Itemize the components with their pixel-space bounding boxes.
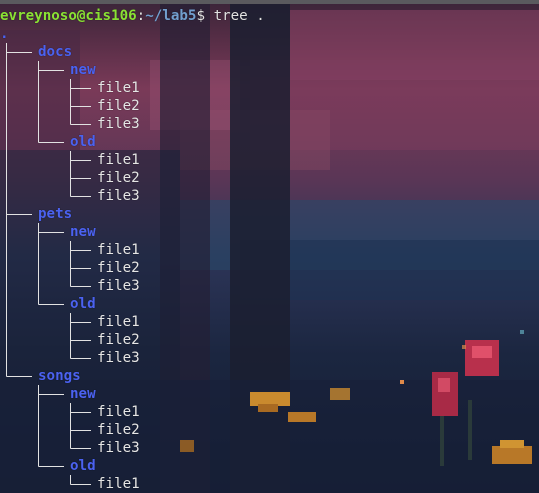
file-name[interactable]: file3	[97, 115, 140, 133]
file-name[interactable]: file2	[97, 259, 140, 277]
file-name[interactable]: file1	[97, 79, 140, 97]
terminal-output[interactable]: evreynoso@cis106:~/lab5$ tree .. docs new f…	[0, 4, 539, 493]
prompt-user-host: evreynoso@cis106	[0, 8, 137, 24]
directory-name[interactable]: songs	[38, 367, 81, 385]
prompt-symbol: $	[196, 8, 206, 24]
file-name[interactable]: file3	[97, 439, 140, 457]
directory-name[interactable]: new	[70, 385, 96, 403]
file-name[interactable]: file2	[97, 97, 140, 115]
file-name[interactable]: file3	[97, 187, 140, 205]
file-name[interactable]: file2	[97, 421, 140, 439]
tree-root: .	[0, 26, 9, 42]
file-name[interactable]: file3	[97, 277, 140, 295]
file-name[interactable]: file2	[97, 169, 140, 187]
directory-name[interactable]: pets	[38, 205, 72, 223]
directory-name[interactable]: docs	[38, 43, 72, 61]
directory-name[interactable]: old	[70, 295, 96, 313]
file-name[interactable]: file1	[97, 151, 140, 169]
directory-name[interactable]: old	[70, 133, 96, 151]
file-name[interactable]: file1	[97, 313, 140, 331]
file-name[interactable]: file2	[97, 331, 140, 349]
prompt-text: evreynoso@cis106:~/lab5$ tree .	[0, 7, 265, 25]
file-name[interactable]: file1	[97, 475, 140, 493]
prompt-command: tree .	[213, 8, 265, 24]
file-name[interactable]: file3	[97, 349, 140, 367]
directory-name[interactable]: old	[70, 457, 96, 475]
directory-name[interactable]: new	[70, 223, 96, 241]
file-name[interactable]: file1	[97, 403, 140, 421]
prompt-path: ~/lab5	[145, 8, 197, 24]
prompt-separator: :	[136, 8, 146, 24]
file-name[interactable]: file1	[97, 241, 140, 259]
directory-name[interactable]: new	[70, 61, 96, 79]
